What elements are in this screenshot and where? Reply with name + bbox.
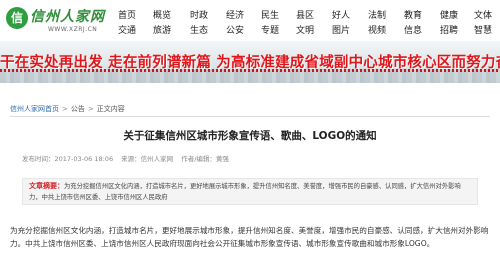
nav-item[interactable]: 文体 [474, 8, 500, 21]
article-body: 为充分挖掘信州区文化内涵，打造城市名片，更好地展示城市形象，提升信州知名度、美誉… [0, 224, 500, 250]
nav-item[interactable]: 信息 [404, 23, 434, 36]
nav-item[interactable]: 教育 [404, 8, 434, 21]
article-editor: 作者/编辑：黄强 [181, 155, 229, 163]
nav-item[interactable]: 县区 [296, 8, 326, 21]
breadcrumb-section-link[interactable]: 公告 [71, 105, 85, 113]
nav-item[interactable]: 概览 [153, 8, 183, 21]
nav-item[interactable]: 视频 [368, 23, 398, 36]
nav-item[interactable]: 旅游 [153, 23, 183, 36]
nav-item[interactable]: 交通 [118, 23, 148, 36]
nav-item[interactable]: 生态 [190, 23, 220, 36]
logo-text: 信州人家网 [30, 9, 105, 25]
nav-item[interactable]: 首页 [118, 8, 148, 21]
nav-row-2: 交通 旅游 生态 公安 专题 文明 图片 视频 信息 招聘 智慧 [118, 23, 500, 36]
article-source: 来源：信州人家网 [121, 155, 174, 163]
nav-item[interactable]: 好人 [332, 8, 362, 21]
nav-item[interactable]: 招聘 [440, 23, 470, 36]
breadcrumb-home-link[interactable]: 信州人家网首页 [10, 105, 59, 113]
breadcrumb-separator: > [62, 105, 68, 113]
summary-body: 文章摘要：为充分挖掘信州区文化内涵，打造城市名片，更好地展示城市形象，提升信州知… [29, 181, 471, 203]
article-paragraph: 为充分挖掘信州区文化内涵，打造城市名片，更好地展示城市形象，提升信州知名度、美誉… [10, 226, 489, 248]
article-title: 关于征集信州区城市形象宣传语、歌曲、LOGO的通知 [123, 130, 377, 142]
article-meta: 发布时间：2017-03-06 18:06 来源：信州人家网 作者/编辑：黄强 [22, 153, 235, 163]
nav-item[interactable]: 图片 [332, 23, 362, 36]
article-summary: 文章摘要：为充分挖掘信州区文化内涵，打造城市名片，更好地展示城市形象，提升信州知… [22, 178, 478, 205]
summary-label: 文章摘要： [29, 182, 64, 190]
breadcrumb-separator: > [87, 105, 94, 113]
breadcrumb-divider [10, 116, 490, 117]
logo-mark-icon: 信 [6, 7, 28, 29]
nav-item[interactable]: 法制 [368, 8, 398, 21]
logo-url: WWW.XZRJ.CN [48, 26, 98, 33]
banner-divider [0, 69, 500, 72]
nav-item[interactable]: 民生 [261, 8, 291, 21]
nav-item[interactable]: 时政 [190, 8, 220, 21]
breadcrumb-current: 正文内容 [96, 105, 125, 113]
nav-item[interactable]: 公安 [226, 23, 256, 36]
nav-item[interactable]: 文明 [296, 23, 326, 36]
breadcrumb: 信州人家网首页 > 公告 > 正文内容 [10, 104, 125, 114]
nav-row-1: 首页 概览 时政 经济 民生 县区 好人 法制 教育 健康 文体 [118, 8, 500, 21]
summary-text: 为充分挖掘信州区文化内涵，打造城市名片，更好地展示城市形象，提升信州知名度、美誉… [29, 183, 461, 201]
site-header: 信 信州人家网 WWW.XZRJ.CN 首页 概览 时政 经济 民生 县区 好人 法制 教育 健康… [0, 0, 500, 39]
nav-item[interactable]: 智慧 [474, 23, 500, 36]
main-nav: 首页 概览 时政 经济 民生 县区 好人 法制 教育 健康 文体 交通 旅游 生态 公安 专题 文明 图片 视频信… [118, 8, 500, 36]
nav-item[interactable]: 经济 [226, 8, 256, 21]
nav-item[interactable]: 专题 [261, 23, 291, 36]
publish-time: 发布时间：2017-03-06 18:06 [22, 155, 114, 163]
nav-item[interactable]: 健康 [440, 8, 470, 21]
site-logo[interactable]: 信 信州人家网 WWW.XZRJ.CN [6, 6, 114, 36]
slogan-banner: 干在实处再出发 走在前列谱新篇 为高标准建成省域副中心城市核心区而努力奋斗 [0, 41, 500, 83]
